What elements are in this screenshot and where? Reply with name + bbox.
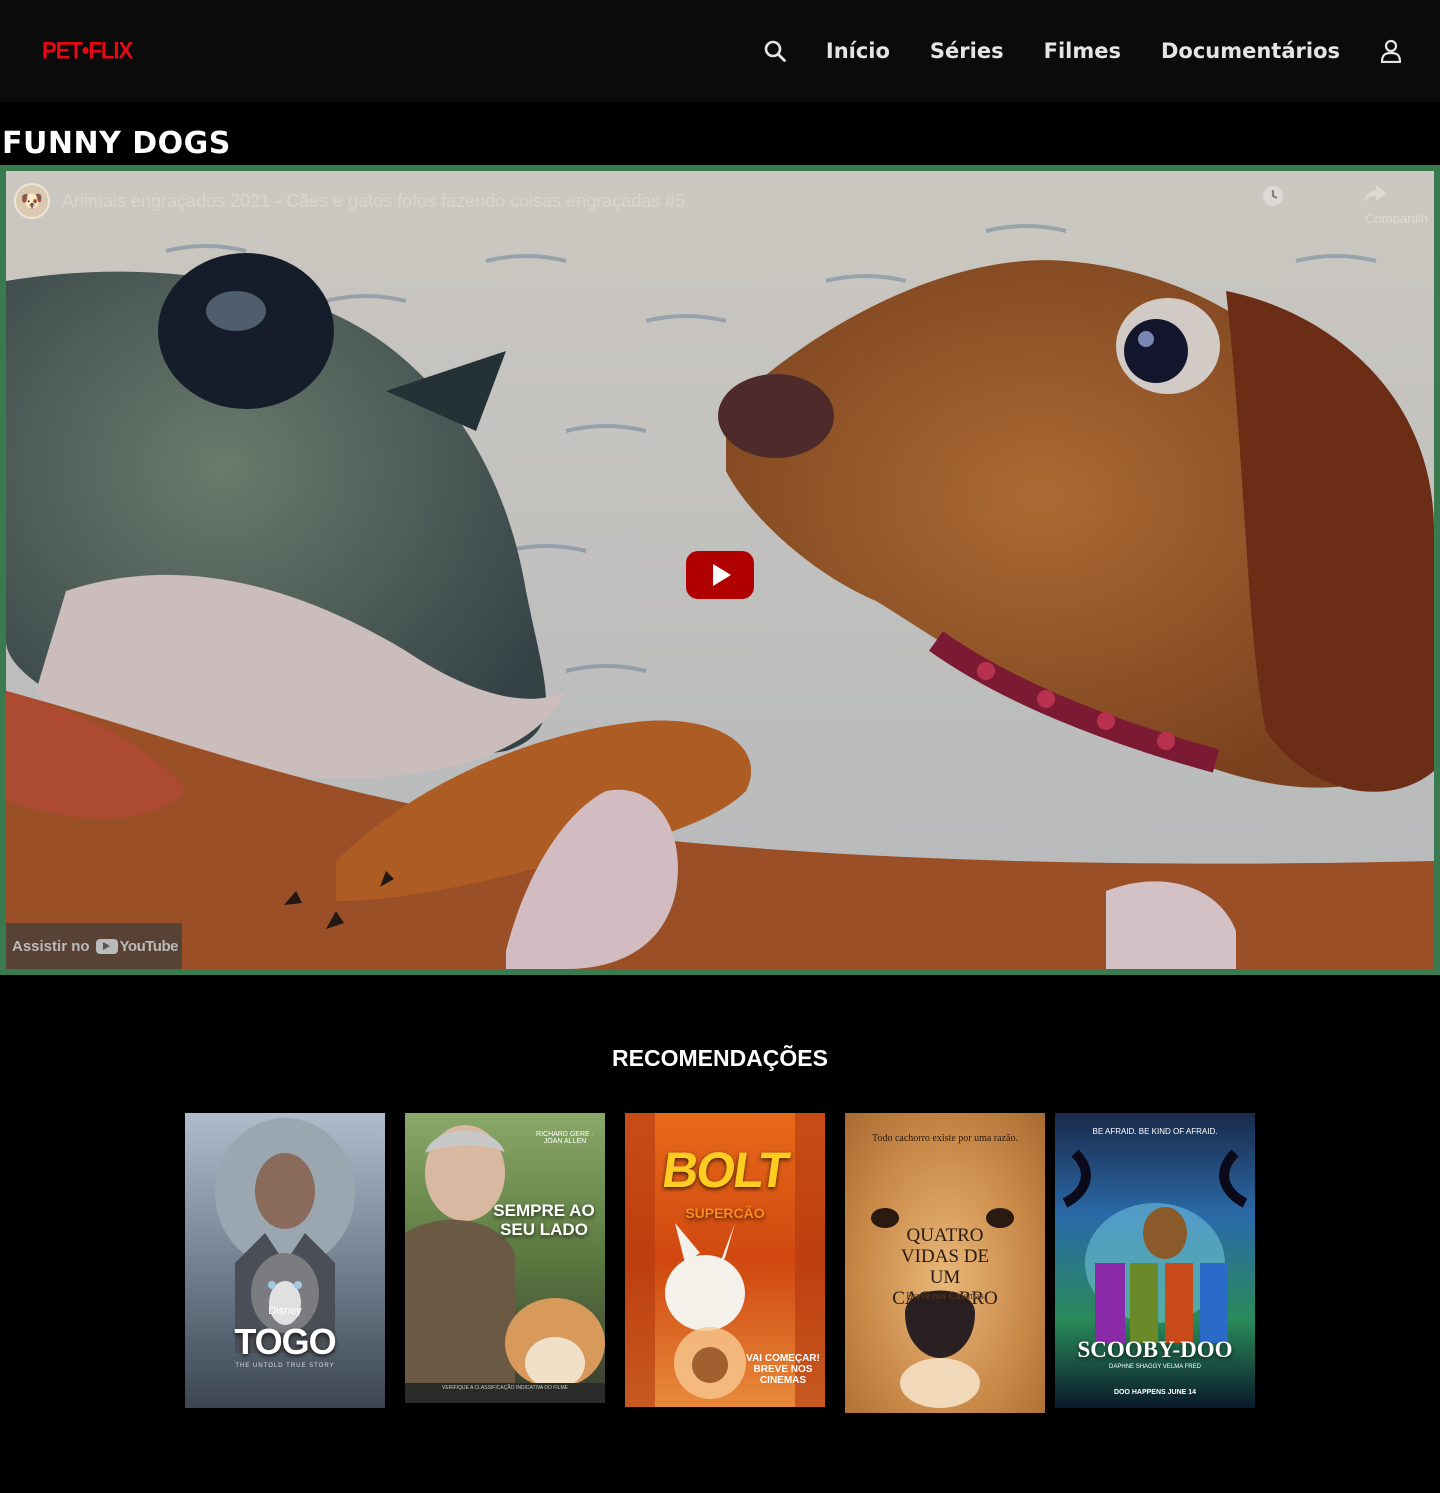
recommendations-title: RECOMENDAÇÕES xyxy=(612,1045,828,1071)
youtube-top-bar: 🐶 Animais engraçados 2021 - Cães e gatos… xyxy=(6,171,1434,231)
video-title[interactable]: Animais engraçados 2021 - Cães e gatos f… xyxy=(62,191,685,212)
poster-sempre-title: SEMPRE AO SEU LADO xyxy=(493,1201,595,1239)
poster-bolt-title: BOLT xyxy=(658,1142,792,1198)
poster-sempre-footer: VERIFIQUE A CLASSIFICAÇÃO INDICATIVA DO … xyxy=(442,1385,568,1391)
search-icon[interactable] xyxy=(762,38,788,64)
petflix-logo[interactable]: PET•FLIX xyxy=(42,37,133,66)
page-title: FUNNY DOGS xyxy=(2,126,231,161)
poster-bolt-footer: VAI COMEÇAR! BREVE NOS CINEMAS xyxy=(746,1353,820,1386)
poster-quatro-vidas-footer: Breve nos Cinemas xyxy=(906,1291,984,1302)
poster-togo-title: TOGO xyxy=(234,1321,336,1362)
poster-togo-tagline: THE UNTOLD TRUE STORY xyxy=(235,1363,335,1369)
poster-togo[interactable]: Disney TOGO THE UNTOLD TRUE STORY xyxy=(185,1113,385,1408)
poster-scooby-footer: DOO HAPPENS JUNE 14 xyxy=(1113,1389,1197,1396)
nav-menu: Início Séries Filmes Documentários xyxy=(762,28,1404,74)
poster-sempre-actors: RICHARD GERE · JOAN ALLEN xyxy=(536,1131,594,1145)
nav-link-filmes[interactable]: Filmes xyxy=(1044,39,1121,63)
poster-sempre-ao-seu-lado[interactable]: RICHARD GERE · JOAN ALLEN SEMPRE AO SEU … xyxy=(405,1113,605,1403)
poster-bolt[interactable]: BOLT SUPERCÃO VAI COMEÇAR! BREVE NOS CIN… xyxy=(625,1113,825,1407)
poster-sempre-art xyxy=(405,1125,605,1403)
nav-link-series[interactable]: Séries xyxy=(930,39,1004,63)
nav-link-documentarios[interactable]: Documentários xyxy=(1161,39,1340,63)
poster-scooby-tagline: BE AFRAID. BE KIND OF AFRAID. xyxy=(1092,1127,1218,1136)
video-player[interactable]: 🐶 Animais engraçados 2021 - Cães e gatos… xyxy=(0,165,1440,975)
poster-scooby-names: DAPHNE SHAGGY VELMA FRED xyxy=(1109,1364,1201,1370)
youtube-logo-text: YouTube xyxy=(119,937,179,955)
poster-quatro-vidas-tagline: Todo cachorro existe por uma razão. xyxy=(872,1133,1018,1144)
youtube-logo-icon xyxy=(95,938,118,954)
clock-icon[interactable] xyxy=(1260,183,1286,209)
poster-togo-brand: Disney xyxy=(268,1305,302,1317)
poster-scooby-title: SCOOBY-DOO xyxy=(1077,1337,1233,1362)
watch-on-youtube-button[interactable]: Assistir no YouTube xyxy=(6,923,182,969)
navbar: PET•FLIX Início Séries Filmes Documentár… xyxy=(0,0,1440,102)
nav-link-inicio[interactable]: Início xyxy=(826,39,890,63)
play-button[interactable] xyxy=(686,551,754,599)
poster-bolt-subtitle: SUPERCÃO xyxy=(685,1205,765,1221)
share-label: Compartilh xyxy=(1365,211,1428,226)
poster-scooby-doo[interactable]: BE AFRAID. BE KIND OF AFRAID. SCOOBY-DOO… xyxy=(1055,1113,1255,1408)
channel-avatar[interactable]: 🐶 xyxy=(14,183,50,219)
watch-on-label: Assistir no xyxy=(12,937,90,955)
user-icon[interactable] xyxy=(1378,38,1404,64)
play-icon xyxy=(713,564,731,586)
share-icon[interactable] xyxy=(1362,181,1388,207)
poster-quatro-vidas[interactable]: Todo cachorro existe por uma razão. QUAT… xyxy=(845,1113,1045,1413)
